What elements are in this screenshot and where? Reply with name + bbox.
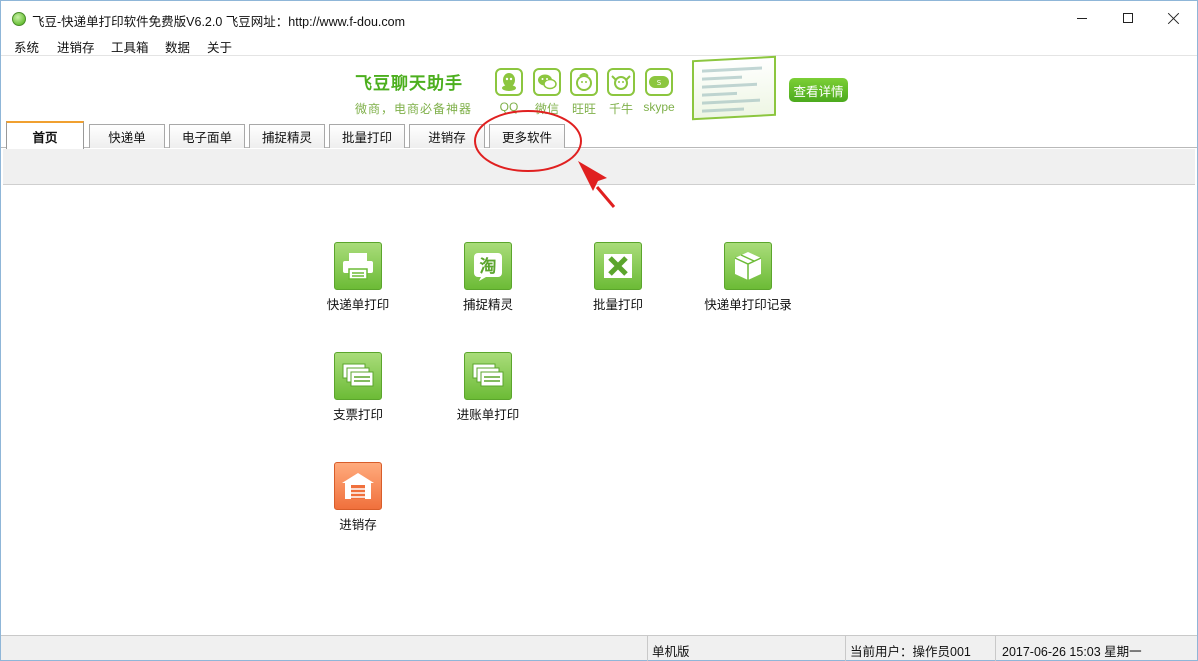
view-details-button[interactable]: 查看详情	[789, 78, 848, 102]
tab-strip: 首页 快递单 电子面单 捕捉精灵 批量打印 进销存 更多软件	[1, 119, 1197, 149]
menu-toolbox[interactable]: 工具箱	[111, 37, 149, 56]
tile-capture-wizard[interactable]: 淘 捕捉精灵	[438, 242, 538, 313]
tile-check-print[interactable]: 支票打印	[308, 352, 408, 423]
warehouse-icon	[334, 462, 382, 510]
window-title: 飞豆-快递单打印软件免费版V6.2.0 飞豆网址：http://www.f-do…	[32, 15, 405, 29]
tab-inventory[interactable]: 进销存	[409, 124, 485, 148]
status-current-user: 当前用户：操作员001	[845, 636, 995, 661]
menu-about[interactable]: 关于	[207, 37, 232, 56]
banner-app-qq: QQ	[489, 68, 529, 114]
status-bar: 单机版 当前用户：操作员001 2017-06-26 15:03 星期一	[1, 635, 1197, 661]
banner-app-wechat: 微信	[527, 68, 567, 117]
title-bar[interactable]: 飞豆-快递单打印软件免费版V6.2.0 飞豆网址：http://www.f-do…	[1, 1, 1197, 35]
qq-icon	[495, 68, 523, 96]
tab-more-software[interactable]: 更多软件	[489, 124, 565, 148]
tile-express-print[interactable]: 快递单打印	[308, 242, 408, 313]
tile-inventory[interactable]: 进销存	[308, 462, 408, 533]
minimize-button[interactable]	[1059, 1, 1105, 35]
close-button[interactable]	[1151, 1, 1197, 35]
status-edition: 单机版	[647, 636, 845, 661]
status-datetime: 2017-06-26 15:03 星期一	[995, 636, 1195, 661]
menu-bar: 系统 进销存 工具箱 数据 关于	[1, 35, 1197, 55]
checks-icon	[334, 352, 382, 400]
tab-toolbar-area	[3, 149, 1195, 185]
tile-print-records[interactable]: 快递单打印记录	[698, 242, 798, 313]
banner-app-qianniu: 千牛	[601, 68, 641, 117]
package-icon	[724, 242, 772, 290]
taobao-icon: 淘	[464, 242, 512, 290]
chat-assistant-preview-image	[692, 55, 776, 121]
banner-subtitle: 微商，电商必备神器	[355, 102, 473, 116]
tab-e-waybill[interactable]: 电子面单	[169, 124, 245, 148]
menu-inventory[interactable]: 进销存	[57, 37, 95, 56]
svg-text:S: S	[657, 79, 662, 87]
skype-icon: S	[645, 68, 673, 96]
tile-batch-print[interactable]: 批量打印	[568, 242, 668, 313]
banner-title: 飞豆聊天助手	[355, 74, 463, 93]
wechat-icon	[533, 68, 561, 96]
ad-banner[interactable]: 飞豆聊天助手 微商，电商必备神器 QQ 微信 旺旺 千牛 S skype 查看详…	[1, 55, 1197, 121]
maximize-button[interactable]	[1105, 1, 1151, 35]
app-window: 飞豆-快递单打印软件免费版V6.2.0 飞豆网址：http://www.f-do…	[0, 0, 1198, 661]
printer-icon	[334, 242, 382, 290]
banner-app-skype: S skype	[639, 68, 679, 114]
qianniu-icon	[607, 68, 635, 96]
svg-text:淘: 淘	[480, 256, 497, 277]
tab-batch-print[interactable]: 批量打印	[329, 124, 405, 148]
close-icon	[1168, 12, 1180, 24]
menu-data[interactable]: 数据	[165, 37, 190, 56]
wangwang-icon	[570, 68, 598, 96]
tile-deposit-slip-print[interactable]: 进账单打印	[438, 352, 538, 423]
menu-system[interactable]: 系统	[14, 37, 39, 56]
excel-icon	[594, 242, 642, 290]
app-logo-icon	[12, 12, 26, 26]
tab-home[interactable]: 首页	[6, 121, 84, 149]
minimize-icon	[1077, 17, 1087, 19]
tab-capture-wizard[interactable]: 捕捉精灵	[249, 124, 325, 148]
maximize-icon	[1123, 13, 1133, 23]
tab-express-waybill[interactable]: 快递单	[89, 124, 165, 148]
banner-app-wangwang: 旺旺	[564, 68, 604, 117]
deposit-slip-icon	[464, 352, 512, 400]
